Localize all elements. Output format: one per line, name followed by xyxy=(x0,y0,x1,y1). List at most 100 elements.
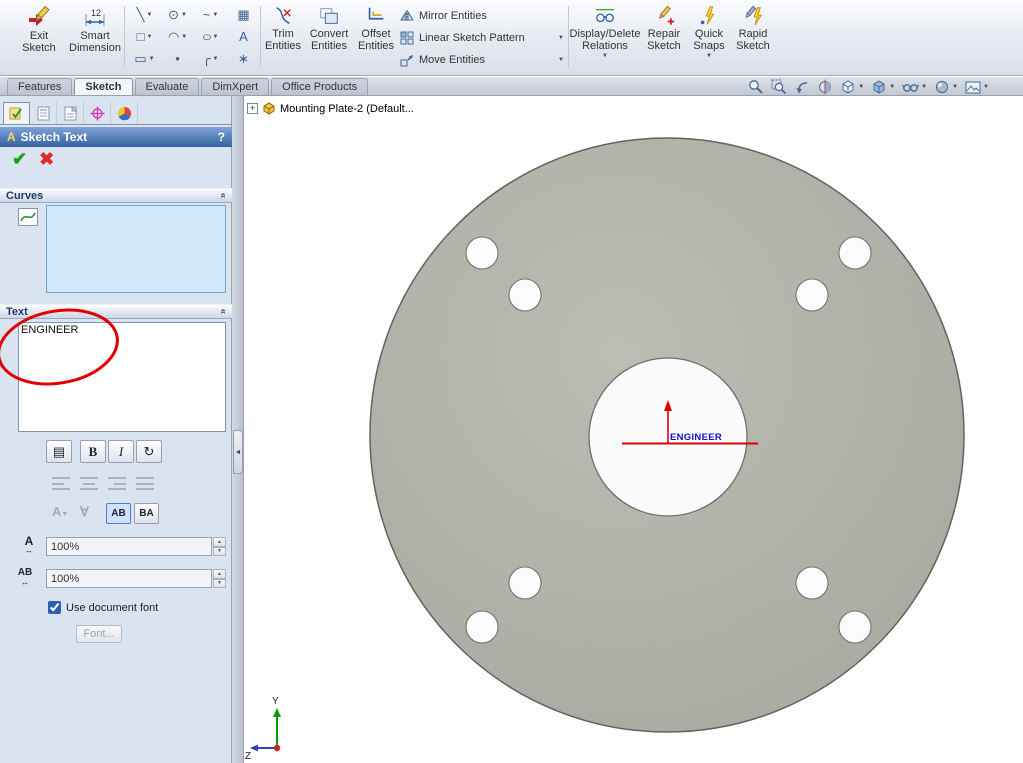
point-tool-button[interactable]: • xyxy=(161,48,194,70)
convert-entities-button[interactable]: Convert Entities xyxy=(305,3,353,54)
zoom-to-area-button[interactable] xyxy=(771,79,787,95)
collapse-chevron-icon[interactable]: » xyxy=(218,309,229,315)
rotate-text-button[interactable]: ↻ xyxy=(136,440,162,463)
hide-show-items-button[interactable]: ▼ xyxy=(902,79,927,95)
pattern-tool-button[interactable]: ∗ xyxy=(227,48,260,70)
smart-dimension-button[interactable]: 12 Smart Dimension xyxy=(66,3,124,56)
font-button[interactable]: Font... xyxy=(76,625,122,643)
text-section-header[interactable]: Text » xyxy=(0,304,232,319)
exit-sketch-button[interactable]: Exit Sketch xyxy=(12,3,66,56)
align-justify-button[interactable] xyxy=(136,477,154,490)
dropdown-icon[interactable]: ▼ xyxy=(889,84,895,91)
spacing-input[interactable] xyxy=(46,569,212,588)
fillet-tool-button[interactable]: ╭ ▼ xyxy=(194,48,227,70)
tab-dimxpert-manager[interactable] xyxy=(84,102,111,124)
flip-vertical-button[interactable]: A▼ xyxy=(52,504,68,519)
linear-sketch-pattern-button[interactable]: Linear Sketch Pattern ▼ xyxy=(398,27,566,49)
spin-up-icon[interactable]: ▲ xyxy=(213,569,226,579)
dropdown-icon[interactable]: ▼ xyxy=(952,84,958,91)
tab-evaluate[interactable]: Evaluate xyxy=(134,78,200,95)
panel-collapse-button[interactable]: ◄ xyxy=(233,430,243,474)
ellipse-tool-button[interactable]: ○ ▼ xyxy=(194,26,227,48)
dropdown-icon[interactable]: ▼ xyxy=(602,53,608,60)
tab-property-manager[interactable] xyxy=(30,102,57,124)
dropdown-icon[interactable]: ▼ xyxy=(181,12,187,19)
bolt-hole[interactable] xyxy=(795,278,829,312)
spin-down-icon[interactable]: ▼ xyxy=(213,578,226,588)
bolt-hole[interactable] xyxy=(465,236,499,270)
display-delete-relations-button[interactable]: Display/Delete Relations ▼ xyxy=(570,3,640,62)
tab-dimxpert[interactable]: DimXpert xyxy=(201,78,270,95)
dropdown-icon[interactable]: ▼ xyxy=(146,34,152,41)
dropdown-icon[interactable]: ▼ xyxy=(212,56,218,63)
text-direction-reverse-button[interactable]: BA xyxy=(134,503,159,524)
rapid-sketch-button[interactable]: Rapid Sketch xyxy=(730,3,776,54)
previous-view-button[interactable] xyxy=(794,79,810,95)
apply-scene-button[interactable]: ▼ xyxy=(965,80,989,95)
bolt-hole[interactable] xyxy=(508,566,542,600)
dropdown-icon[interactable]: ▼ xyxy=(149,56,155,63)
spin-up-icon[interactable]: ▲ xyxy=(213,537,226,547)
sketch-text-input[interactable]: ENGINEER xyxy=(18,322,226,432)
display-style-button[interactable]: ▼ xyxy=(871,79,895,95)
dropdown-icon[interactable]: ▼ xyxy=(212,12,218,19)
view-orientation-button[interactable]: ▼ xyxy=(840,79,864,95)
graphics-area[interactable]: + Mounting Plate-2 (Default... ENGINEER … xyxy=(244,96,1023,763)
feature-tree-root[interactable]: + Mounting Plate-2 (Default... xyxy=(247,101,414,116)
cancel-button[interactable]: ✖ xyxy=(39,149,54,170)
arc-tool-button[interactable]: ◠ ▼ xyxy=(161,26,194,48)
ok-button[interactable]: ✔ xyxy=(12,149,27,170)
spline-tool-button[interactable]: ~ ▼ xyxy=(194,4,227,26)
quick-snaps-button[interactable]: Quick Snaps ▼ xyxy=(690,3,728,62)
spin-down-icon[interactable]: ▼ xyxy=(213,546,226,556)
section-view-button[interactable] xyxy=(817,79,833,95)
text-tool-button[interactable]: A xyxy=(227,26,260,48)
panel-splitter[interactable]: ◄ xyxy=(232,96,244,763)
align-left-button[interactable] xyxy=(52,477,70,490)
sketch-grid-button[interactable]: ▦ xyxy=(227,4,260,26)
dropdown-icon[interactable]: ▼ xyxy=(706,53,712,60)
dropdown-icon[interactable]: ▼ xyxy=(212,34,218,41)
dropdown-icon[interactable]: ▼ xyxy=(181,34,187,41)
width-factor-input[interactable] xyxy=(46,537,212,556)
expand-icon[interactable]: + xyxy=(247,103,258,114)
tab-feature-manager[interactable] xyxy=(3,102,30,124)
curves-selection-listbox[interactable] xyxy=(46,205,226,293)
help-button[interactable]: ? xyxy=(218,130,225,144)
dropdown-icon[interactable]: ▼ xyxy=(558,35,564,42)
tab-display-manager[interactable] xyxy=(111,102,138,124)
flip-horizontal-button[interactable]: ∀ xyxy=(80,504,89,520)
text-direction-forward-button[interactable]: AB xyxy=(106,503,131,524)
bolt-hole[interactable] xyxy=(508,278,542,312)
use-document-font-checkbox[interactable] xyxy=(48,601,61,614)
line-tool-button[interactable]: ╲ ▼ xyxy=(128,4,161,26)
tab-features[interactable]: Features xyxy=(7,78,73,95)
mirror-entities-button[interactable]: Mirror Entities xyxy=(398,5,566,27)
dropdown-icon[interactable]: ▼ xyxy=(558,57,564,64)
italic-button[interactable]: I xyxy=(108,440,134,463)
dropdown-icon[interactable]: ▼ xyxy=(983,84,989,91)
rectangle-tool-button[interactable]: □ ▼ xyxy=(128,26,161,48)
zoom-to-fit-button[interactable] xyxy=(748,79,764,95)
offset-entities-button[interactable]: Offset Entities xyxy=(355,3,397,54)
sketch-text-preview[interactable]: ENGINEER xyxy=(670,432,722,443)
bold-button[interactable]: B xyxy=(80,440,106,463)
dropdown-icon[interactable]: ▼ xyxy=(921,84,927,91)
dropdown-icon[interactable]: ▼ xyxy=(858,84,864,91)
repair-sketch-button[interactable]: Repair Sketch xyxy=(641,3,687,54)
move-entities-button[interactable]: Move Entities ▼ xyxy=(398,49,566,71)
style-button[interactable]: ▤ xyxy=(46,440,72,463)
align-right-button[interactable] xyxy=(108,477,126,490)
dropdown-icon[interactable]: ▼ xyxy=(146,12,152,19)
slot-tool-button[interactable]: ▭ ▼ xyxy=(128,48,161,70)
trim-entities-button[interactable]: Trim Entities xyxy=(263,3,303,54)
collapse-chevron-icon[interactable]: » xyxy=(218,193,229,199)
tab-office-products[interactable]: Office Products xyxy=(271,78,369,95)
bolt-hole[interactable] xyxy=(838,236,872,270)
curves-section-header[interactable]: Curves » xyxy=(0,188,232,203)
bolt-hole[interactable] xyxy=(465,610,499,644)
bolt-hole[interactable] xyxy=(838,610,872,644)
bolt-hole[interactable] xyxy=(795,566,829,600)
tab-sketch[interactable]: Sketch xyxy=(74,78,133,95)
edit-appearance-button[interactable]: ▼ xyxy=(934,79,958,95)
